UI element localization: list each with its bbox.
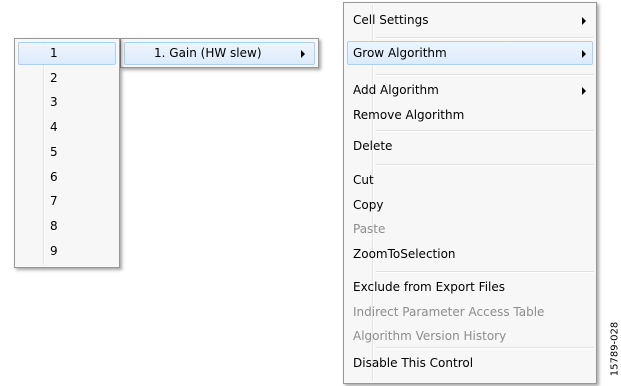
menu-item-add-algorithm[interactable]: Add Algorithm: [344, 79, 596, 101]
submenu-arrow-icon: [582, 17, 586, 25]
menu-item-number-8[interactable]: 8: [15, 215, 119, 237]
figure-id-label: 15789-028: [609, 314, 621, 384]
menu-item-remove-algorithm[interactable]: Remove Algorithm: [344, 104, 596, 126]
menu-item-label: Disable This Control: [353, 356, 474, 370]
menu-item-number-3[interactable]: 3: [15, 91, 119, 113]
instance-submenu: 1. Gain (HW slew): [120, 38, 319, 68]
menu-item-zoomtoselection[interactable]: ZoomToSelection: [344, 243, 596, 265]
menu-item-label: Cut: [353, 173, 374, 187]
menu-separator: [376, 37, 594, 39]
menu-item-label: Copy: [353, 197, 384, 212]
screenshot-stage: Cell Settings Grow Algorithm Add Algorithm…: [0, 0, 621, 386]
menu-item-delete[interactable]: Delete: [344, 135, 596, 157]
menu-separator: [376, 130, 594, 132]
menu-item-instance-1[interactable]: 1. Gain (HW slew): [121, 42, 318, 64]
menu-separator: [376, 347, 594, 349]
menu-item-label: Indirect Parameter Access Table: [353, 304, 545, 319]
menu-item-label: 1: [50, 46, 58, 60]
menu-item-label: 9: [50, 243, 58, 258]
menu-item-cut[interactable]: Cut: [344, 169, 596, 191]
menu-item-label: Exclude from Export Files: [353, 280, 505, 294]
figure-id-text: 15789-028: [609, 321, 621, 377]
submenu-arrow-icon: [582, 50, 586, 58]
menu-item-label: Algorithm Version History: [353, 329, 507, 343]
menu-item-label: Cell Settings: [353, 13, 429, 27]
menu-item-number-5[interactable]: 5: [15, 141, 119, 163]
menu-separator: [376, 164, 594, 166]
number-submenu: 1 2 3 4 5 6 7 8 9: [14, 38, 120, 268]
submenu-arrow-icon: [301, 50, 305, 58]
context-menu: Cell Settings Grow Algorithm Add Algorithm…: [343, 2, 597, 384]
menu-item-paste[interactable]: Paste: [344, 218, 596, 240]
menu-item-cell-settings[interactable]: Cell Settings: [344, 9, 596, 31]
menu-item-indirect-parameter-access-table[interactable]: Indirect Parameter Access Table: [344, 301, 596, 323]
submenu-arrow-icon: [582, 87, 586, 95]
menu-item-label: 3: [50, 95, 58, 110]
menu-item-number-4[interactable]: 4: [15, 116, 119, 138]
menu-item-label: Paste: [353, 222, 386, 236]
menu-item-copy[interactable]: Copy: [344, 194, 596, 216]
menu-item-label: 1. Gain (HW slew): [154, 46, 262, 60]
menu-item-number-1[interactable]: 1: [15, 42, 119, 64]
menu-item-grow-algorithm[interactable]: Grow Algorithm: [344, 42, 596, 64]
menu-item-exclude-from-export-files[interactable]: Exclude from Export Files: [344, 276, 596, 298]
menu-item-number-9[interactable]: 9: [15, 240, 119, 262]
menu-item-number-2[interactable]: 2: [15, 67, 119, 89]
menu-item-label: 5: [50, 144, 58, 159]
menu-item-label: 2: [50, 70, 58, 85]
menu-item-disable-this-control[interactable]: Disable This Control: [344, 352, 596, 374]
menu-item-label: Add Algorithm: [353, 83, 439, 97]
menu-item-algorithm-version-history[interactable]: Algorithm Version History: [344, 325, 596, 347]
menu-separator: [376, 271, 594, 273]
menu-item-number-7[interactable]: 7: [15, 190, 119, 212]
menu-separator: [376, 74, 594, 76]
menu-item-label: Delete: [353, 139, 393, 153]
menu-item-label: 6: [50, 169, 58, 184]
menu-item-label: Remove Algorithm: [353, 107, 465, 122]
menu-item-label: 4: [50, 120, 58, 135]
menu-item-label: 8: [50, 218, 58, 233]
menu-item-number-6[interactable]: 6: [15, 166, 119, 188]
menu-item-label: ZoomToSelection: [353, 246, 456, 261]
menu-item-label: Grow Algorithm: [353, 46, 447, 60]
menu-item-label: 7: [50, 194, 58, 209]
